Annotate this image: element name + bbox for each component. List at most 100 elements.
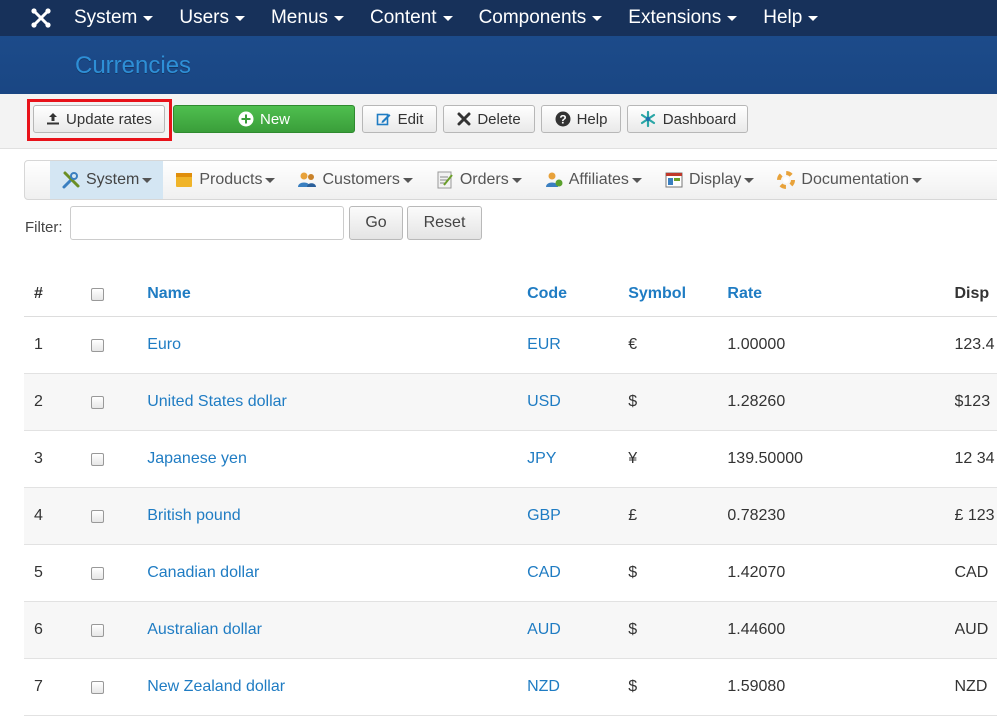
menu-menus-label: Menus — [271, 7, 328, 29]
chevron-down-icon — [235, 16, 245, 21]
top-navbar: System Users Menus Content Components Ex… — [0, 0, 997, 36]
currency-code-link[interactable]: NZD — [527, 678, 628, 696]
menu-help[interactable]: Help — [763, 7, 818, 29]
menu-system[interactable]: System — [74, 7, 153, 29]
page-header: Currencies — [0, 36, 997, 94]
currency-display: AUD — [955, 621, 997, 639]
currency-display: £ 123 — [955, 507, 997, 525]
row-checkbox[interactable] — [91, 624, 104, 637]
table-row: 3 Japanese yen JPY ¥ 139.50000 12 34 — [24, 431, 997, 488]
row-number: 5 — [24, 564, 72, 582]
joomla-logo-icon[interactable] — [26, 0, 56, 36]
currency-name-link[interactable]: Euro — [147, 336, 527, 354]
currency-code-link[interactable]: JPY — [527, 450, 628, 468]
row-checkbox[interactable] — [91, 510, 104, 523]
header-rate[interactable]: Rate — [727, 285, 954, 303]
delete-label: Delete — [477, 111, 520, 128]
currency-name-link[interactable]: New Zealand dollar — [147, 678, 527, 696]
row-checkbox-cell — [72, 567, 148, 580]
currency-name-link[interactable]: Japanese yen — [147, 450, 527, 468]
submenu-customers[interactable]: Customers — [286, 161, 423, 199]
currency-symbol: $ — [628, 564, 727, 582]
edit-label: Edit — [398, 111, 424, 128]
menu-users[interactable]: Users — [179, 7, 245, 29]
submenu-affiliates-label: Affiliates — [569, 171, 629, 189]
delete-button[interactable]: Delete — [443, 105, 535, 133]
currency-rate: 139.50000 — [727, 450, 954, 468]
currency-rate: 1.44600 — [727, 621, 954, 639]
submenu-documentation[interactable]: Documentation — [765, 161, 933, 199]
help-button[interactable]: ? Help — [541, 105, 621, 133]
currency-symbol: € — [628, 336, 727, 354]
currency-code-link[interactable]: AUD — [527, 621, 628, 639]
row-checkbox[interactable] — [91, 681, 104, 694]
go-button[interactable]: Go — [349, 206, 403, 240]
header-code[interactable]: Code — [527, 285, 628, 303]
menu-components-label: Components — [479, 7, 587, 29]
currency-name-link[interactable]: United States dollar — [147, 393, 527, 411]
update-rates-button[interactable]: Update rates — [33, 105, 165, 133]
row-checkbox-cell — [72, 396, 148, 409]
currency-name-link[interactable]: British pound — [147, 507, 527, 525]
menu-content-label: Content — [370, 7, 437, 29]
row-number: 3 — [24, 450, 72, 468]
row-checkbox[interactable] — [91, 453, 104, 466]
new-button[interactable]: New — [173, 105, 355, 133]
submenu-products-label: Products — [199, 171, 262, 189]
chevron-down-icon — [744, 178, 754, 183]
row-checkbox[interactable] — [91, 567, 104, 580]
header-name[interactable]: Name — [147, 285, 527, 303]
submenu-system[interactable]: System — [50, 161, 163, 199]
dashboard-button[interactable]: Dashboard — [627, 105, 748, 133]
currency-symbol: $ — [628, 621, 727, 639]
currency-code-link[interactable]: EUR — [527, 336, 628, 354]
row-checkbox-cell — [72, 339, 148, 352]
currency-symbol: $ — [628, 678, 727, 696]
page-title: Currencies — [75, 52, 191, 80]
submenu-system-label: System — [86, 171, 139, 189]
header-number: # — [24, 285, 72, 303]
submenu-affiliates[interactable]: Affiliates — [533, 161, 653, 199]
dashboard-icon — [639, 110, 657, 128]
toolbar: Update rates New Edit Delete ? Help Dash… — [0, 94, 997, 149]
submenu-products[interactable]: Products — [163, 161, 286, 199]
customers-icon — [297, 170, 317, 190]
chevron-down-icon — [142, 178, 152, 183]
row-checkbox-cell — [72, 510, 148, 523]
select-all-checkbox-cell — [72, 288, 148, 301]
filter-input[interactable] — [70, 206, 344, 240]
new-label: New — [260, 111, 290, 128]
menu-extensions[interactable]: Extensions — [628, 7, 737, 29]
menu-menus[interactable]: Menus — [271, 7, 344, 29]
chevron-down-icon — [443, 16, 453, 21]
menu-content[interactable]: Content — [370, 7, 453, 29]
currency-name-link[interactable]: Canadian dollar — [147, 564, 527, 582]
upload-icon — [46, 112, 60, 126]
help-label: Help — [577, 111, 608, 128]
currency-name-link[interactable]: Australian dollar — [147, 621, 527, 639]
submenu-documentation-label: Documentation — [801, 171, 909, 189]
row-checkbox[interactable] — [91, 339, 104, 352]
menu-components[interactable]: Components — [479, 7, 603, 29]
row-number: 6 — [24, 621, 72, 639]
currency-symbol: ¥ — [628, 450, 727, 468]
lifebuoy-icon — [776, 170, 796, 190]
currency-code-link[interactable]: USD — [527, 393, 628, 411]
header-symbol[interactable]: Symbol — [628, 285, 727, 303]
table-row: 7 New Zealand dollar NZD $ 1.59080 NZD — [24, 659, 997, 716]
menu-system-label: System — [74, 7, 137, 29]
submenu-display[interactable]: Display — [653, 161, 765, 199]
svg-text:?: ? — [559, 113, 566, 127]
table-row: 2 United States dollar USD $ 1.28260 $12… — [24, 374, 997, 431]
select-all-checkbox[interactable] — [91, 288, 104, 301]
row-checkbox[interactable] — [91, 396, 104, 409]
currency-code-link[interactable]: GBP — [527, 507, 628, 525]
chevron-down-icon — [403, 178, 413, 183]
submenu-orders[interactable]: Orders — [424, 161, 533, 199]
currency-symbol: $ — [628, 393, 727, 411]
row-number: 1 — [24, 336, 72, 354]
reset-button[interactable]: Reset — [407, 206, 482, 240]
currency-code-link[interactable]: CAD — [527, 564, 628, 582]
edit-button[interactable]: Edit — [362, 105, 437, 133]
chevron-down-icon — [727, 16, 737, 21]
